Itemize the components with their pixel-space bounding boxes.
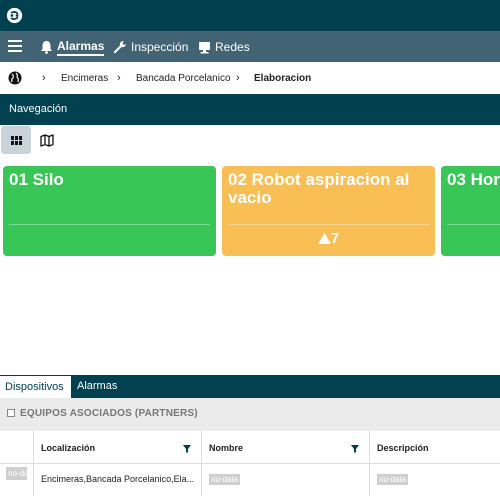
- nav-item-alarmas[interactable]: Alarmas: [40, 38, 105, 56]
- breadcrumb: › Encimeras › Bancada Porcelanico › Elab…: [0, 62, 500, 94]
- breadcrumb-item[interactable]: Encimeras: [61, 73, 108, 84]
- table-cell-localizacion: Encimeras,Bancada Porcelanico,Ela...: [34, 464, 202, 496]
- nav-item-inspeccion[interactable]: Inspección: [112, 38, 188, 56]
- app-logo-icon[interactable]: [6, 7, 23, 24]
- grid-view-button[interactable]: [1, 126, 31, 154]
- chevron-right-icon: ›: [117, 72, 121, 84]
- breadcrumb-current: Elaboracion: [254, 73, 312, 84]
- no-data-badge: no-data: [209, 474, 241, 485]
- column-header-label: Nombre: [209, 443, 244, 453]
- card-divider: [447, 224, 500, 225]
- nav-item-label: Inspección: [131, 40, 189, 54]
- card-title: 01 Silo: [9, 170, 64, 189]
- bell-icon: [41, 41, 52, 54]
- nav-item-label: Alarmas: [57, 39, 105, 56]
- main-nav: Alarmas Inspección Redes: [0, 31, 500, 62]
- partners-table: Localización Nombre Descripción no-da...…: [0, 431, 500, 500]
- table-header-cell: [0, 431, 34, 464]
- section-title: Navegación: [0, 94, 500, 125]
- bottom-tabs: Dispositivos Alarmas: [0, 375, 500, 398]
- column-header-label: Localización: [41, 443, 96, 453]
- nav-item-label: Redes: [215, 40, 250, 54]
- column-header-descripcion[interactable]: Descripción: [370, 431, 500, 464]
- card-title: 03 Hor: [447, 170, 500, 189]
- view-toggle: [0, 125, 500, 155]
- column-header-localizacion[interactable]: Localización: [34, 431, 202, 464]
- no-data-badge: no-data: [377, 474, 409, 485]
- tab-alarmas[interactable]: Alarmas: [72, 375, 122, 398]
- nav-item-redes[interactable]: Redes: [198, 38, 250, 56]
- table-cell-descripcion: no-data: [370, 464, 500, 496]
- column-header-nombre[interactable]: Nombre: [202, 431, 370, 464]
- column-header-label: Descripción: [377, 443, 429, 453]
- wrench-icon: [113, 41, 126, 54]
- filter-icon[interactable]: [351, 445, 359, 453]
- app-window: Alarmas Inspección Redes › Encimeras › B…: [0, 0, 500, 500]
- row-tag: no-da...: [6, 467, 34, 480]
- partners-header: EQUIPOS ASOCIADOS (PARTNERS): [0, 398, 500, 431]
- chevron-right-icon: ›: [42, 72, 46, 84]
- map-icon: [40, 133, 54, 147]
- alarm-badge: 7: [222, 230, 435, 247]
- device-card[interactable]: 01 Silo: [3, 166, 216, 256]
- menu-icon[interactable]: [8, 40, 22, 52]
- tab-dispositivos[interactable]: Dispositivos: [0, 375, 71, 398]
- device-card[interactable]: 02 Robot aspiracion al vacio 7: [222, 166, 435, 256]
- alarm-count: 7: [330, 230, 340, 247]
- device-card[interactable]: 03 Hor: [441, 166, 500, 256]
- monitor-icon: [199, 41, 210, 53]
- card-divider: [228, 224, 429, 225]
- grid-icon: [10, 135, 22, 145]
- filter-icon[interactable]: [183, 445, 191, 453]
- top-bar: [0, 0, 500, 31]
- map-view-button[interactable]: [32, 126, 62, 154]
- globe-icon[interactable]: [8, 71, 22, 85]
- partners-checkbox[interactable]: [7, 409, 15, 417]
- partners-label: EQUIPOS ASOCIADOS (PARTNERS): [20, 408, 198, 419]
- warning-triangle-icon: [317, 233, 331, 244]
- table-cell: no-da...: [0, 464, 34, 496]
- breadcrumb-item[interactable]: Bancada Porcelanico: [136, 73, 231, 84]
- table-cell-nombre: no-data: [202, 464, 370, 496]
- card-title: 02 Robot aspiracion al vacio: [228, 170, 410, 207]
- card-divider: [9, 224, 210, 225]
- chevron-right-icon: ›: [236, 72, 240, 84]
